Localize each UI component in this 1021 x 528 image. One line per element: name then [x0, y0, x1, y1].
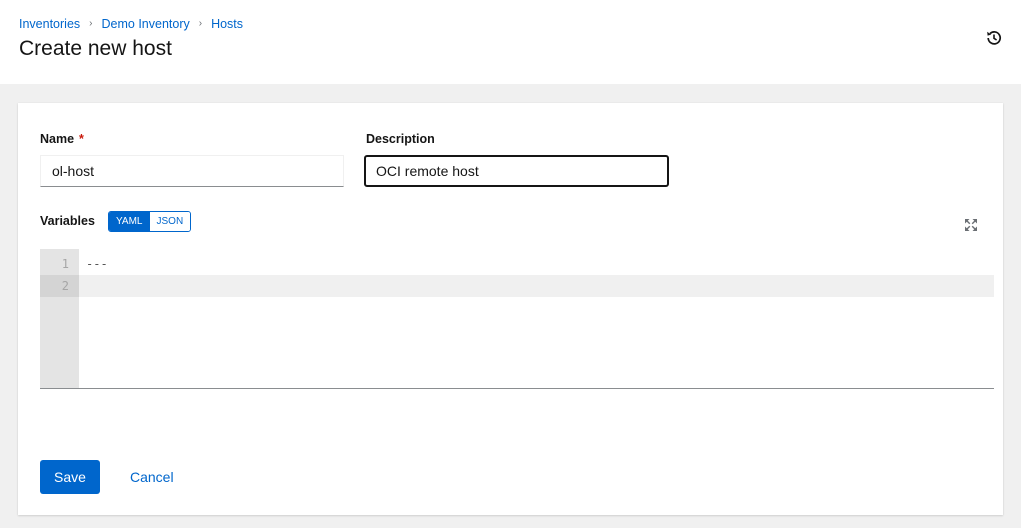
variables-code-editor[interactable]: 1 --- 2 — [40, 249, 994, 389]
editor-line: 2 — [40, 275, 994, 297]
line-text: --- — [86, 257, 108, 271]
line-number: 2 — [40, 275, 79, 297]
expand-icon[interactable] — [964, 218, 978, 232]
description-input[interactable] — [364, 155, 669, 187]
breadcrumb-demo-inventory[interactable]: Demo Inventory — [102, 17, 190, 31]
json-toggle-button[interactable]: JSON — [149, 212, 191, 231]
page-header: Inventories › Demo Inventory › Hosts Cre… — [0, 0, 1021, 84]
variables-label: Variables — [40, 214, 95, 228]
breadcrumb-separator-icon: › — [198, 17, 203, 29]
line-number: 1 — [61, 257, 69, 271]
cancel-button[interactable]: Cancel — [118, 460, 186, 494]
variables-mode-toggle: YAML JSON — [108, 211, 192, 232]
editor-line: 1 --- — [40, 253, 994, 275]
description-label: Description — [366, 132, 435, 146]
host-form-card: Name* Description Variables YAML JSON 1 … — [18, 103, 1003, 515]
save-button[interactable]: Save — [40, 460, 100, 494]
breadcrumb-inventories[interactable]: Inventories — [19, 17, 80, 31]
page-title: Create new host — [19, 37, 172, 60]
breadcrumb-hosts[interactable]: Hosts — [211, 17, 243, 31]
name-input[interactable] — [40, 155, 344, 187]
history-icon[interactable] — [985, 29, 1003, 47]
name-label: Name * — [40, 132, 84, 146]
yaml-toggle-button[interactable]: YAML — [109, 212, 150, 231]
breadcrumb: Inventories › Demo Inventory › Hosts — [19, 17, 243, 31]
breadcrumb-separator-icon: › — [89, 17, 93, 29]
required-mark: * — [79, 132, 84, 146]
